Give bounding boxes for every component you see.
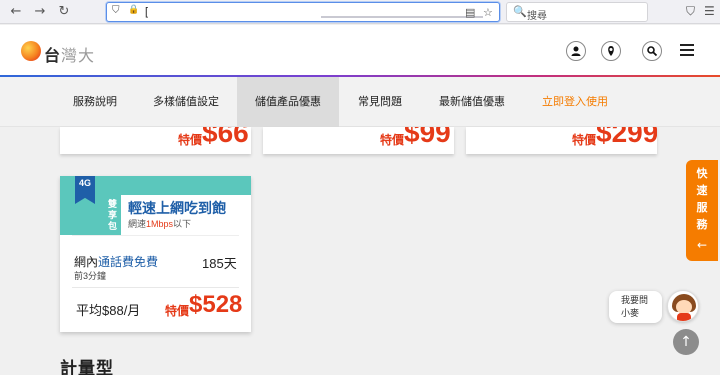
reader-view-icon[interactable]: ▤ [465, 6, 475, 19]
chat-line-2: 小麥 [621, 308, 640, 318]
bundle-tag: 雙享包 [104, 195, 121, 235]
lock-icon[interactable]: 🔒 [128, 5, 139, 15]
browser-menu-icon[interactable]: ☰ [704, 4, 715, 18]
plan-speed: 網速1Mbps以下 [128, 217, 191, 230]
subnav-latest-offers[interactable]: 最新儲值優惠 [432, 77, 512, 127]
section-title: 計量型 [60, 359, 114, 375]
plan-price: $66 [202, 127, 249, 148]
logo-text-fade: 灣大 [61, 48, 96, 65]
shield-icon[interactable]: ⛉ [112, 5, 120, 16]
quick-service-button[interactable]: 快速服務 ← [686, 160, 718, 261]
chat-assistant-avatar[interactable] [667, 290, 699, 322]
back-icon[interactable]: ← [8, 4, 24, 20]
chat-bubble[interactable]: 我要問 小麥 [609, 291, 662, 323]
special-price-label: 特價 [572, 133, 597, 147]
special-price-label: 特價 [165, 304, 190, 318]
logo-text-main: 台 [44, 48, 62, 65]
avatar-face [676, 300, 692, 314]
plan-price: $99 [404, 127, 451, 148]
monthly-average-price: 平均$88/月 [76, 303, 141, 318]
feature-prefix: 網內 [74, 255, 99, 269]
search-icon: 🔍 [513, 6, 527, 18]
quick-service-label: 快速服務 [686, 166, 718, 234]
bookmark-star-icon[interactable]: ☆ [483, 6, 493, 19]
user-icon[interactable] [566, 41, 586, 61]
special-price-label: 特價 [178, 133, 203, 147]
avatar-body [677, 313, 691, 321]
browser-search-box[interactable]: 🔍 搜尋 [506, 2, 648, 22]
subnav-topup-settings[interactable]: 多樣儲值設定 [146, 77, 226, 127]
plan-price: $528 [189, 291, 243, 318]
url-redacted [321, 16, 483, 18]
location-icon[interactable] [601, 41, 621, 61]
plan-card-partial[interactable]: 特價 $66 [60, 127, 251, 154]
url-text[interactable]: [ [145, 6, 148, 18]
plan-card-partial[interactable]: 特價 $299 [466, 127, 657, 154]
plan-price: $299 [596, 127, 657, 148]
plan-speed-suffix: 以下 [173, 219, 192, 229]
divider [72, 235, 239, 236]
reload-icon[interactable]: ↻ [56, 4, 72, 20]
scroll-to-top-icon[interactable]: ↑ [673, 329, 699, 355]
quick-service-text: 快速服務 [696, 168, 708, 231]
forward-icon[interactable]: → [32, 4, 48, 20]
plan-title: 輕速上網吃到飽 [128, 200, 226, 216]
plan-speed-value: 1Mbps [146, 219, 174, 229]
network-badge-label: 4G [78, 178, 91, 188]
subnav-topup-products[interactable]: 儲值產品優惠 [237, 77, 339, 127]
site-header: 台灣大 [0, 25, 720, 75]
brand-logo-icon[interactable] [21, 41, 41, 61]
special-price-label: 特價 [380, 133, 405, 147]
plan-feature-note: 前3分鐘 [74, 271, 107, 281]
address-bar[interactable]: ⛉ 🔒 [ ▤ ☆ [106, 2, 500, 22]
subnav-service-info[interactable]: 服務說明 [60, 77, 130, 127]
plan-validity-days: 185天 [202, 256, 237, 271]
menu-icon[interactable] [680, 44, 694, 59]
subnav-login[interactable]: 立即登入使用 [535, 77, 615, 127]
plan-card-title-box: 雙享包 輕速上網吃到飽 網速1Mbps以下 [104, 195, 251, 235]
plan-card-partial[interactable]: 特價 $99 [263, 127, 454, 154]
plan-speed-prefix: 網速 [128, 219, 147, 229]
plan-card[interactable]: 4G 雙享包 輕速上網吃到飽 網速1Mbps以下 網內通話費免費 前3分鐘 18… [60, 176, 251, 332]
sub-navigation: 服務說明 多樣儲值設定 儲值產品優惠 常見問題 最新儲值優惠 立即登入使用 [0, 77, 720, 127]
subnav-faq[interactable]: 常見問題 [350, 77, 410, 127]
divider [72, 287, 239, 288]
bundle-tag-label: 雙享包 [108, 199, 118, 231]
search-placeholder: 搜尋 [527, 11, 547, 22]
browser-toolbar: ← → ↻ ⛉ 🔒 [ ▤ ☆ 🔍 搜尋 ⛉ ☰ [0, 0, 720, 24]
chat-line-1: 我要問 [621, 295, 649, 305]
pocket-icon[interactable]: ⛉ [686, 4, 695, 19]
arrow-left-icon: ← [696, 238, 708, 252]
search-icon[interactable] [642, 41, 662, 61]
brand-logo-text[interactable]: 台灣大 [44, 42, 95, 66]
feature-highlight: 通話費免費 [98, 255, 159, 269]
plan-feature: 網內通話費免費 [74, 253, 158, 270]
